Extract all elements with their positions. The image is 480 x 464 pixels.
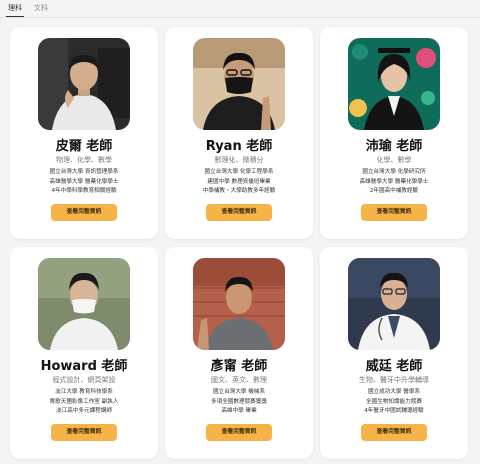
teacher-photo xyxy=(38,258,130,350)
teacher-card: 彥甯 老師 國文、英文、數理 國立台灣大學 機械系 多項全國數理競賽獲獎 高雄中… xyxy=(165,247,313,459)
teacher-bio: 國立台灣大學 資訊管理學系 高雄醫學大學 醫藥化學學士 4年中學科學教育相關經驗 xyxy=(10,168,158,197)
teacher-name: 皮爾 老師 xyxy=(55,139,113,154)
bio-line: 淡江高中多元課程講師 xyxy=(56,408,112,414)
bio-line: 2年國高中補教經驗 xyxy=(369,188,419,194)
bio-line: 多項全國數理競賽獲獎 xyxy=(211,398,267,405)
teacher-photo xyxy=(348,38,440,130)
teacher-subjects: 物理、化學、數學 xyxy=(56,156,112,164)
teacher-card: 皮爾 老師 物理、化學、數學 國立台灣大學 資訊管理學系 高雄醫學大學 醫藥化學… xyxy=(10,27,158,239)
teacher-card: Howard 老師 程式設計、網頁架設 淡江大學 教育科技學系 賣歌天團影像工作… xyxy=(10,247,158,459)
teacher-bio: 國立台灣大學 化學工程學系 建國中學 數理資優班畢業 中學補教・大學助教多年經驗 xyxy=(165,168,313,197)
teacher-card: 威廷 老師 生物、醫牙中升學輔導 國立成功大學 醫學系 全國生物知識能力競賽 4… xyxy=(320,247,468,459)
tab-science[interactable]: 理科 xyxy=(6,3,24,17)
teacher-bio: 國立台灣大學 化學研究所 高雄醫學大學 醫藥化學學士 2年國高中補教經驗 xyxy=(320,168,468,197)
bio-line: 中學補教・大學助教多年經驗 xyxy=(202,188,276,194)
teacher-bio: 國立台灣大學 機械系 多項全國數理競賽獲獎 高雄中學 畢業 xyxy=(165,388,313,417)
bio-line: 淡江大學 教育科技學系 xyxy=(55,389,113,395)
tab-bar: 理科 文科 xyxy=(0,0,480,18)
view-details-button[interactable]: 查看完整資訊 xyxy=(51,204,117,221)
teacher-name: 威廷 老師 xyxy=(365,359,423,374)
view-details-button[interactable]: 查看完整資訊 xyxy=(361,204,427,221)
teacher-card: 沛瑜 老師 化學、數學 國立台灣大學 化學研究所 高雄醫學大學 醫藥化學學士 2… xyxy=(320,27,468,239)
bio-line: 國立台灣大學 化學研究所 xyxy=(362,169,426,175)
bio-line: 高雄醫學大學 醫藥化學學士 xyxy=(359,178,429,185)
bio-line: 賣歌天團影像工作室 副執人 xyxy=(49,398,119,405)
bio-line: 國立台灣大學 化學工程學系 xyxy=(204,169,274,175)
teacher-subjects: 程式設計、網頁架設 xyxy=(52,376,116,384)
bio-line: 高雄醫學大學 醫藥化學學士 xyxy=(49,178,119,185)
bio-line: 全國生物知識能力競賽 xyxy=(366,398,422,405)
teacher-bio: 淡江大學 教育科技學系 賣歌天團影像工作室 副執人 淡江高中多元課程講師 xyxy=(10,388,158,417)
teacher-subjects: 國文、英文、數理 xyxy=(211,376,267,384)
teacher-subjects: 生物、醫牙中升學輔導 xyxy=(359,376,429,384)
teacher-subjects: 數理化、微積分 xyxy=(214,156,264,164)
teacher-photo xyxy=(348,258,440,350)
view-details-button[interactable]: 查看完整資訊 xyxy=(206,204,272,221)
bio-line: 4年中學科學教育相關經驗 xyxy=(51,188,117,194)
teacher-name: Ryan 老師 xyxy=(205,139,273,154)
bio-line: 建國中學 數理資優班畢業 xyxy=(207,178,271,185)
bio-line: 國立台灣大學 機械系 xyxy=(212,389,266,395)
bio-line: 高雄中學 畢業 xyxy=(221,408,257,414)
tab-humanities[interactable]: 文科 xyxy=(32,3,50,16)
bio-line: 國立台灣大學 資訊管理學系 xyxy=(49,169,119,175)
teacher-name: Howard 老師 xyxy=(40,359,128,374)
teacher-name: 沛瑜 老師 xyxy=(365,139,423,154)
teacher-photo xyxy=(193,258,285,350)
view-details-button[interactable]: 查看完整資訊 xyxy=(206,424,272,441)
teacher-bio: 國立成功大學 醫學系 全國生物知識能力競賽 4年醫牙中國試輔導經驗 xyxy=(320,388,468,417)
view-details-button[interactable]: 查看完整資訊 xyxy=(361,424,427,441)
view-details-button[interactable]: 查看完整資訊 xyxy=(51,424,117,441)
teacher-photo xyxy=(193,38,285,130)
teacher-photo xyxy=(38,38,130,130)
teacher-name: 彥甯 老師 xyxy=(210,359,268,374)
teacher-card: Ryan 老師 數理化、微積分 國立台灣大學 化學工程學系 建國中學 數理資優班… xyxy=(165,27,313,239)
bio-line: 4年醫牙中國試輔導經驗 xyxy=(364,408,424,414)
bio-line: 國立成功大學 醫學系 xyxy=(367,389,421,395)
teacher-subjects: 化學、數學 xyxy=(376,156,412,164)
